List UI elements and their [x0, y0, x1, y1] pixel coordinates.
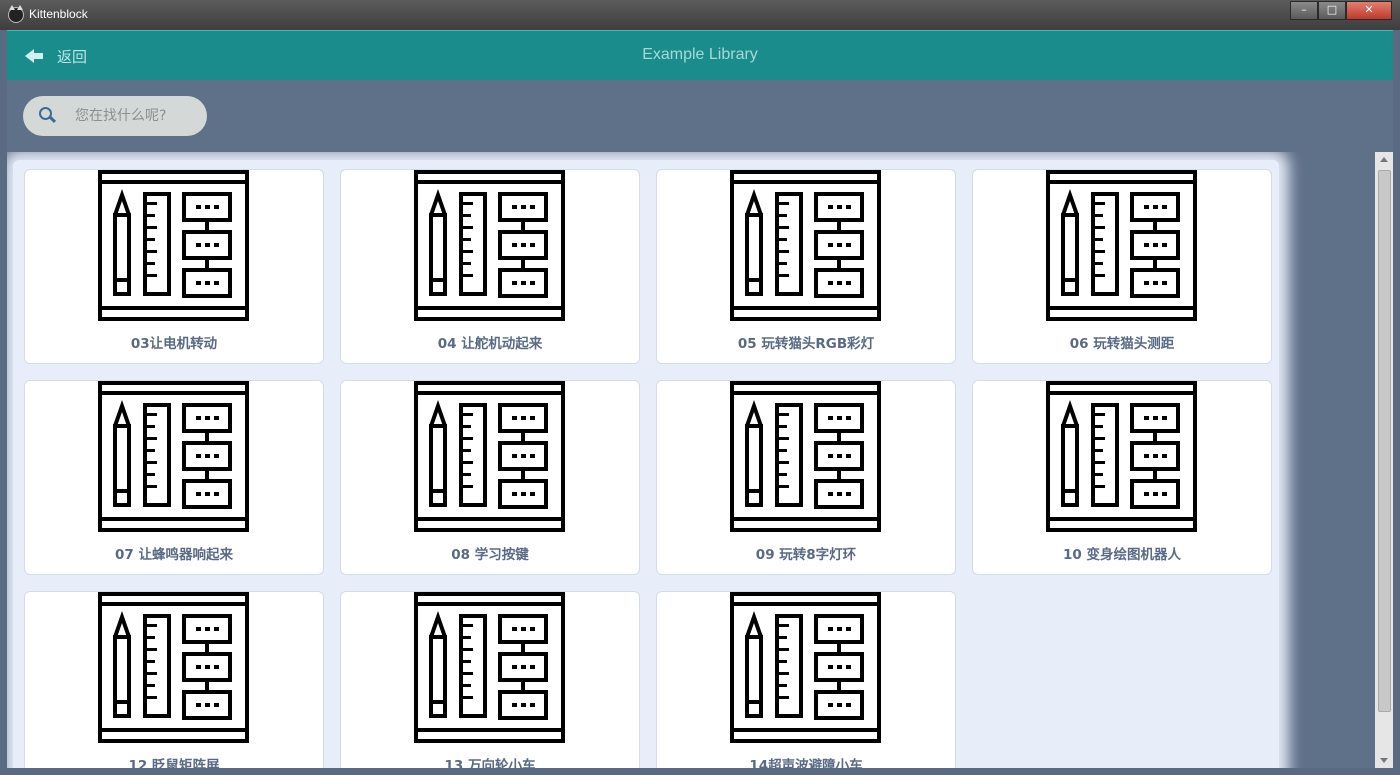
scroll-up-button[interactable] — [1375, 152, 1393, 168]
close-icon: ✕ — [1364, 3, 1374, 16]
app-frame: 返回 Example Library 您在找什么呢? 03让电机转动 04 让舵… — [7, 30, 1393, 768]
window-title: Kittenblock — [29, 7, 88, 21]
example-card[interactable]: 14超声波避障小车 — [656, 591, 956, 768]
example-card[interactable]: 06 玩转猫头测距 — [972, 169, 1272, 364]
minimize-icon: – — [1301, 3, 1307, 16]
close-button[interactable]: ✕ — [1346, 1, 1392, 20]
example-card[interactable]: 05 玩转猫头RGB彩灯 — [656, 169, 956, 364]
example-card[interactable]: 04 让舵机动起来 — [340, 169, 640, 364]
filter-bar — [7, 80, 1393, 152]
example-label: 05 玩转猫头RGB彩灯 — [737, 336, 875, 352]
kitten-app-icon — [8, 5, 24, 23]
design-tools-icon — [98, 592, 249, 743]
example-card[interactable]: 09 玩转8字灯环 — [656, 380, 956, 575]
design-tools-icon — [1046, 381, 1197, 532]
example-card[interactable]: 08 学习按键 — [340, 380, 640, 575]
example-label: 13 万向轮小车 — [444, 758, 536, 768]
example-card[interactable]: 03让电机转动 — [24, 169, 324, 364]
example-label: 08 学习按键 — [451, 547, 529, 563]
search-input[interactable] — [73, 107, 197, 125]
maximize-button[interactable]: □ — [1318, 1, 1346, 20]
example-label: 10 变身绘图机器人 — [1063, 547, 1181, 563]
design-tools-icon — [98, 381, 249, 532]
window-titlebar: Kittenblock – □ ✕ — [0, 0, 1400, 30]
design-tools-icon — [1046, 170, 1197, 321]
page-title: Example Library — [642, 46, 758, 63]
search-box[interactable] — [23, 96, 207, 136]
example-label: 03让电机转动 — [130, 336, 218, 352]
example-card[interactable]: 13 万向轮小车 — [340, 591, 640, 768]
example-label: 09 玩转8字灯环 — [755, 547, 857, 563]
window-controls: – □ ✕ — [1290, 1, 1392, 20]
design-tools-icon — [414, 381, 565, 532]
example-label: 04 让舵机动起来 — [437, 336, 543, 352]
design-tools-icon — [414, 170, 565, 321]
example-label: 06 玩转猫头测距 — [1069, 336, 1175, 352]
design-tools-icon — [730, 592, 881, 743]
example-label: 12 眨鼠矩阵屏 — [128, 758, 220, 768]
design-tools-icon — [730, 381, 881, 532]
scroll-thumb[interactable] — [1378, 170, 1391, 712]
design-tools-icon — [730, 170, 881, 321]
example-label: 07 让蜂鸣器响起来 — [115, 547, 233, 563]
example-card[interactable]: 07 让蜂鸣器响起来 — [24, 380, 324, 575]
library-header: 返回 Example Library — [7, 30, 1393, 81]
example-grid: 03让电机转动 04 让舵机动起来 05 玩转猫头RGB彩灯 06 玩转猫头测距… — [24, 169, 1272, 768]
scroll-down-button[interactable] — [1375, 752, 1393, 768]
minimize-button[interactable]: – — [1290, 1, 1318, 20]
design-tools-icon — [414, 592, 565, 743]
library-content: 03让电机转动 04 让舵机动起来 05 玩转猫头RGB彩灯 06 玩转猫头测距… — [7, 152, 1393, 768]
scrollbar[interactable] — [1375, 152, 1393, 768]
example-card[interactable]: 12 眨鼠矩阵屏 — [24, 591, 324, 768]
example-card[interactable]: 10 变身绘图机器人 — [972, 380, 1272, 575]
example-label: 14超声波避障小车 — [749, 758, 863, 768]
search-icon — [39, 107, 57, 125]
design-tools-icon — [98, 170, 249, 321]
maximize-icon: □ — [1326, 3, 1338, 16]
